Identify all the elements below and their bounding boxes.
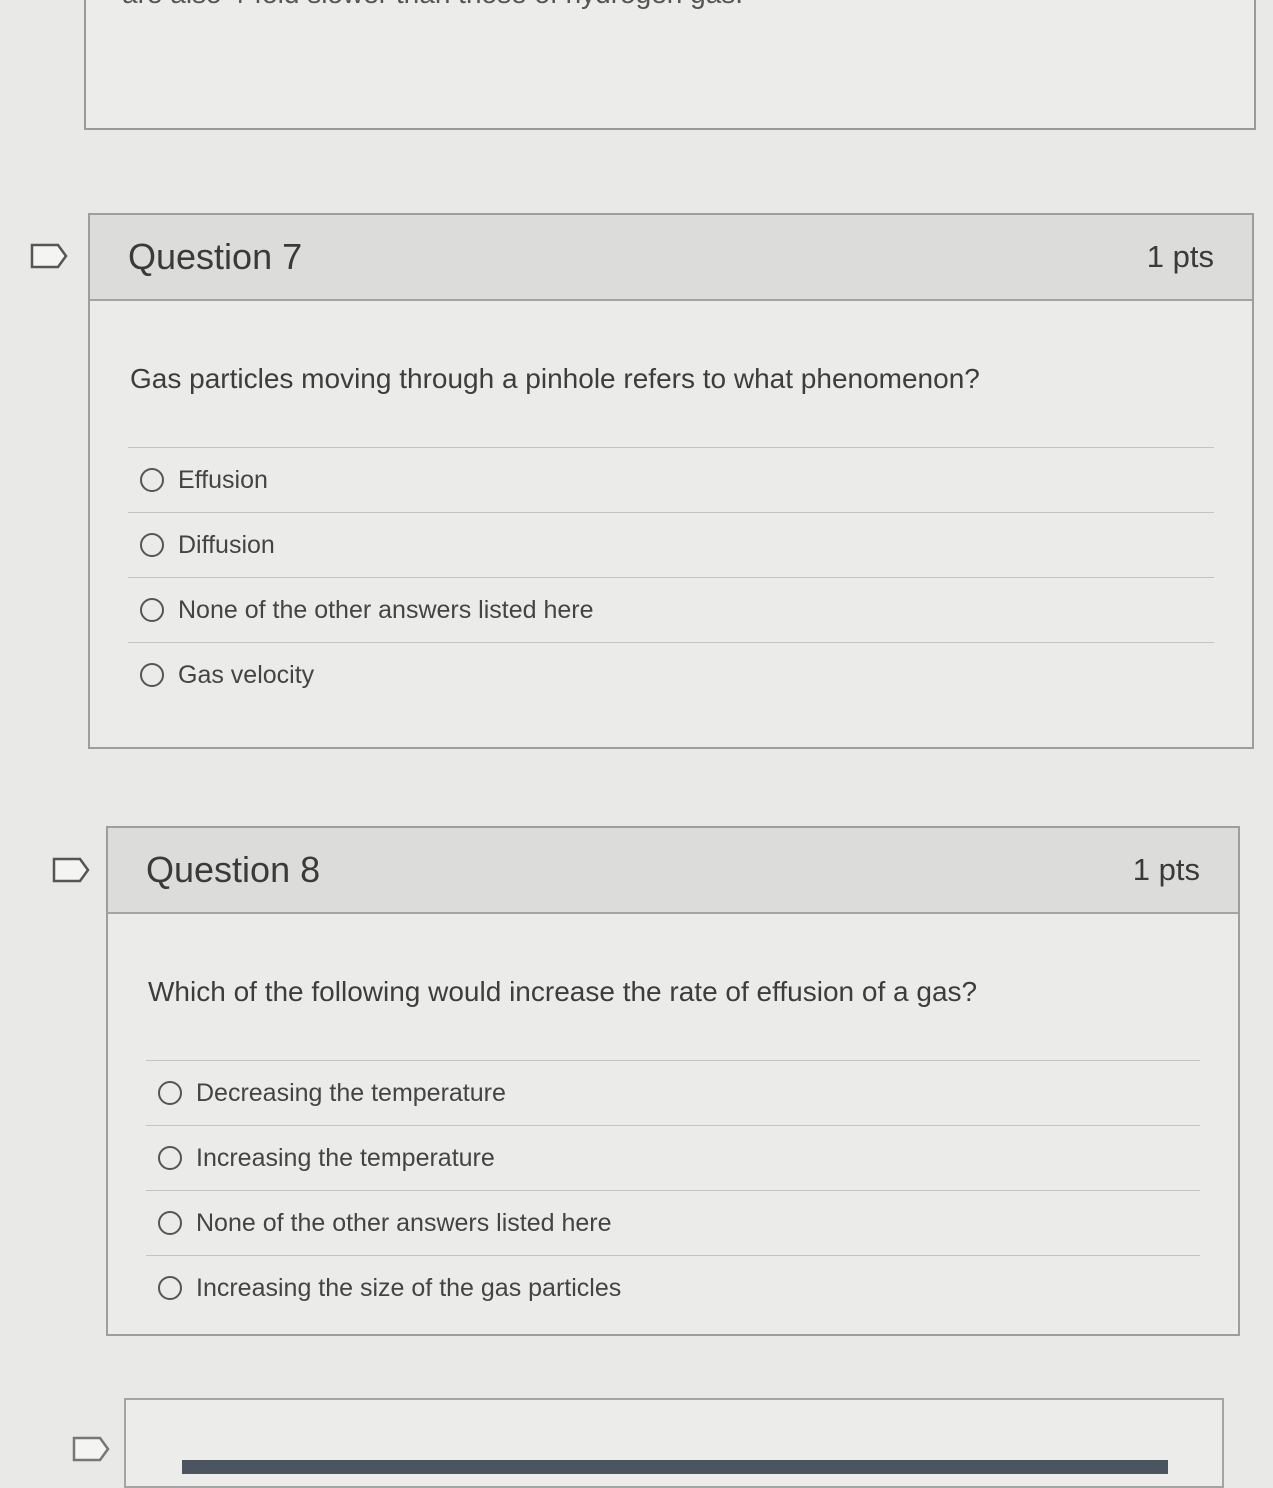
next-question-media <box>182 1460 1168 1474</box>
question-8-header: Question 8 1 pts <box>108 828 1238 914</box>
question-7-answer-2[interactable]: Diffusion <box>128 513 1214 578</box>
question-8-answers: Decreasing the temperature Increasing th… <box>146 1060 1200 1320</box>
radio-button-icon[interactable] <box>158 1081 182 1105</box>
answer-label: Gas velocity <box>178 660 315 689</box>
flag-question-8-icon[interactable] <box>52 857 90 883</box>
next-question-card <box>124 1398 1224 1488</box>
radio-button-icon[interactable] <box>140 663 164 687</box>
answer-label: Increasing the temperature <box>196 1143 495 1172</box>
question-7-points: 1 pts <box>1146 239 1214 274</box>
answer-label: Increasing the size of the gas particles <box>196 1273 622 1302</box>
answer-label: None of the other answers listed here <box>178 595 594 624</box>
radio-button-icon[interactable] <box>140 468 164 492</box>
answer-label: Effusion <box>178 465 268 494</box>
question-7-answers: Effusion Diffusion None of the other ans… <box>128 447 1214 707</box>
question-7-card: Question 7 1 pts Gas particles moving th… <box>88 213 1254 749</box>
previous-question-card: are also 4-fold slower than those of hyd… <box>84 0 1256 130</box>
radio-button-icon[interactable] <box>158 1276 182 1300</box>
previous-question-text: are also 4-fold slower than those of hyd… <box>122 0 743 10</box>
question-8-title: Question 8 <box>146 849 321 890</box>
flag-question-9-icon[interactable] <box>72 1436 110 1462</box>
radio-button-icon[interactable] <box>140 533 164 557</box>
answer-label: Diffusion <box>178 530 275 559</box>
radio-button-icon[interactable] <box>158 1146 182 1170</box>
question-8-answer-2[interactable]: Increasing the temperature <box>146 1126 1200 1191</box>
answer-label: Decreasing the temperature <box>196 1078 506 1107</box>
flag-question-7-icon[interactable] <box>30 243 68 269</box>
radio-button-icon[interactable] <box>158 1211 182 1235</box>
radio-button-icon[interactable] <box>140 598 164 622</box>
question-7-title: Question 7 <box>128 236 303 277</box>
question-8-answer-3[interactable]: None of the other answers listed here <box>146 1191 1200 1256</box>
answer-label: None of the other answers listed here <box>196 1208 612 1237</box>
question-7-answer-3[interactable]: None of the other answers listed here <box>128 578 1214 643</box>
question-8-answer-1[interactable]: Decreasing the temperature <box>146 1061 1200 1126</box>
question-7-header: Question 7 1 pts <box>90 215 1252 301</box>
question-8-text: Which of the following would increase th… <box>148 976 978 1007</box>
question-8-points: 1 pts <box>1132 852 1200 887</box>
question-7-answer-1[interactable]: Effusion <box>128 448 1214 513</box>
question-8-card: Question 8 1 pts Which of the following … <box>106 826 1240 1336</box>
question-7-answer-4[interactable]: Gas velocity <box>128 643 1214 707</box>
question-8-answer-4[interactable]: Increasing the size of the gas particles <box>146 1256 1200 1320</box>
question-7-text: Gas particles moving through a pinhole r… <box>130 363 980 394</box>
